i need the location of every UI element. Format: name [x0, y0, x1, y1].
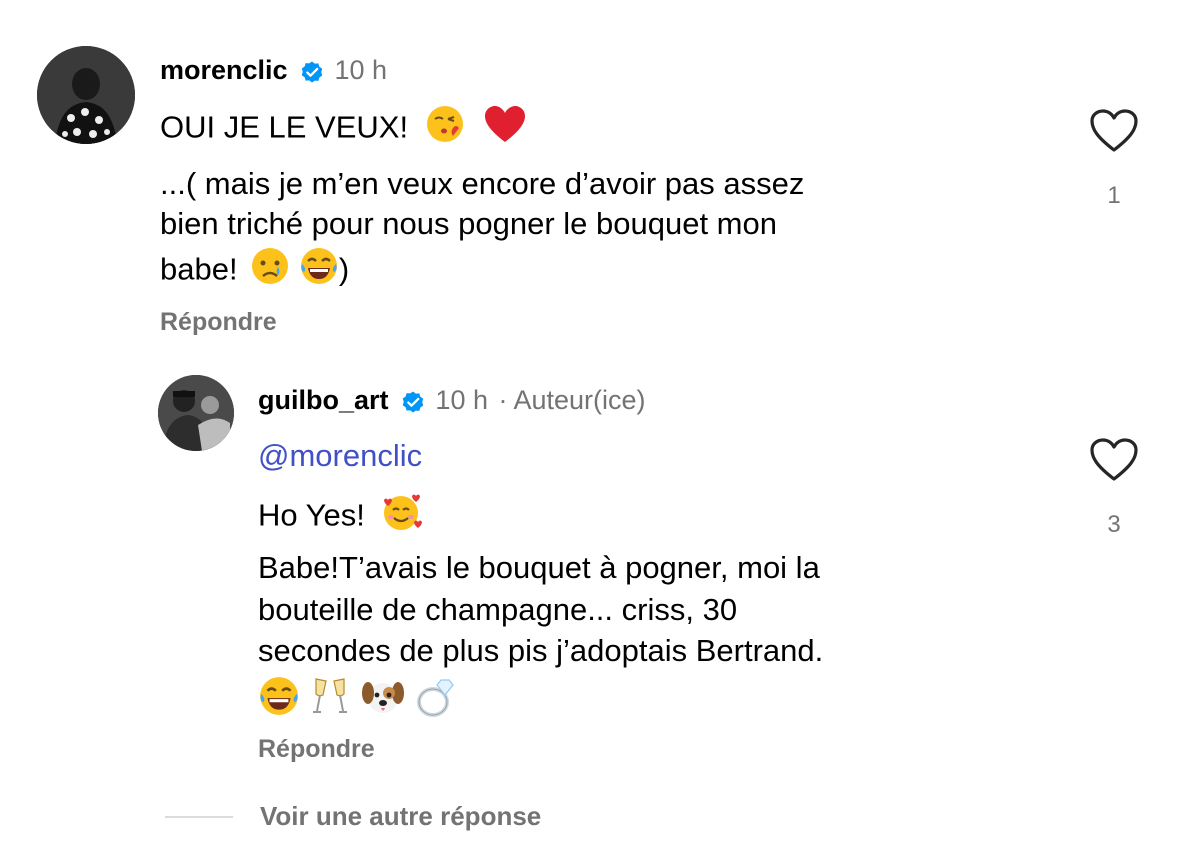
author-tag: · Auteur(ice) [498, 385, 646, 415]
avatar-morenclic[interactable] [37, 46, 135, 144]
comment-text-line: babe! ) [160, 246, 349, 297]
reply-button[interactable]: Répondre [258, 735, 375, 764]
comment-header: morenclic 10 h [160, 55, 387, 91]
comment-text-line: Babe!T’avais le bouquet à pogner, moi la [258, 550, 820, 585]
comment-text-line: Ho Yes! [258, 492, 422, 543]
timestamp: 10 h [334, 55, 388, 85]
dog-face-emoji-icon [361, 675, 405, 722]
verified-badge-icon [298, 58, 326, 91]
laughing-emoji-icon [299, 246, 339, 297]
reply-header: guilbo_art 10 h · Auteur(ice) [258, 385, 646, 421]
mention-link[interactable]: @morenclic [258, 435, 422, 477]
username[interactable]: guilbo_art [258, 385, 389, 415]
view-more-replies-button[interactable]: Voir une autre réponse [260, 801, 541, 832]
red-heart-emoji-icon [483, 104, 527, 155]
username[interactable]: morenclic [160, 55, 288, 85]
like-count[interactable]: 3 [1094, 511, 1134, 539]
replies-divider [165, 816, 233, 818]
avatar-guilbo-art[interactable] [158, 375, 234, 451]
smiling-hearts-emoji-icon [380, 492, 422, 543]
timestamp: 10 h [435, 385, 488, 415]
comment-text-line: secondes de plus pis j’adoptais Bertrand… [258, 633, 824, 668]
laughing-emoji-icon [258, 675, 300, 722]
comment-text-line: bien triché pour nous pogner le bouquet … [160, 206, 777, 241]
comment-text-line: bouteille de champagne... criss, 30 [258, 592, 738, 627]
champagne-glasses-emoji-icon [310, 675, 350, 722]
like-heart-icon[interactable] [1089, 108, 1139, 154]
verified-badge-icon [399, 388, 427, 421]
comment-text-line: OUI JE LE VEUX! [160, 104, 527, 155]
ring-emoji-icon [413, 674, 457, 723]
reply-button[interactable]: Répondre [160, 308, 277, 337]
like-heart-icon[interactable] [1089, 437, 1139, 483]
comment-text-line: ...( mais je m’en veux encore d’avoir pa… [160, 166, 805, 201]
emoji-row [258, 674, 457, 718]
crying-emoji-icon [250, 246, 290, 297]
kiss-emoji-icon [425, 104, 465, 155]
like-count[interactable]: 1 [1094, 182, 1134, 210]
